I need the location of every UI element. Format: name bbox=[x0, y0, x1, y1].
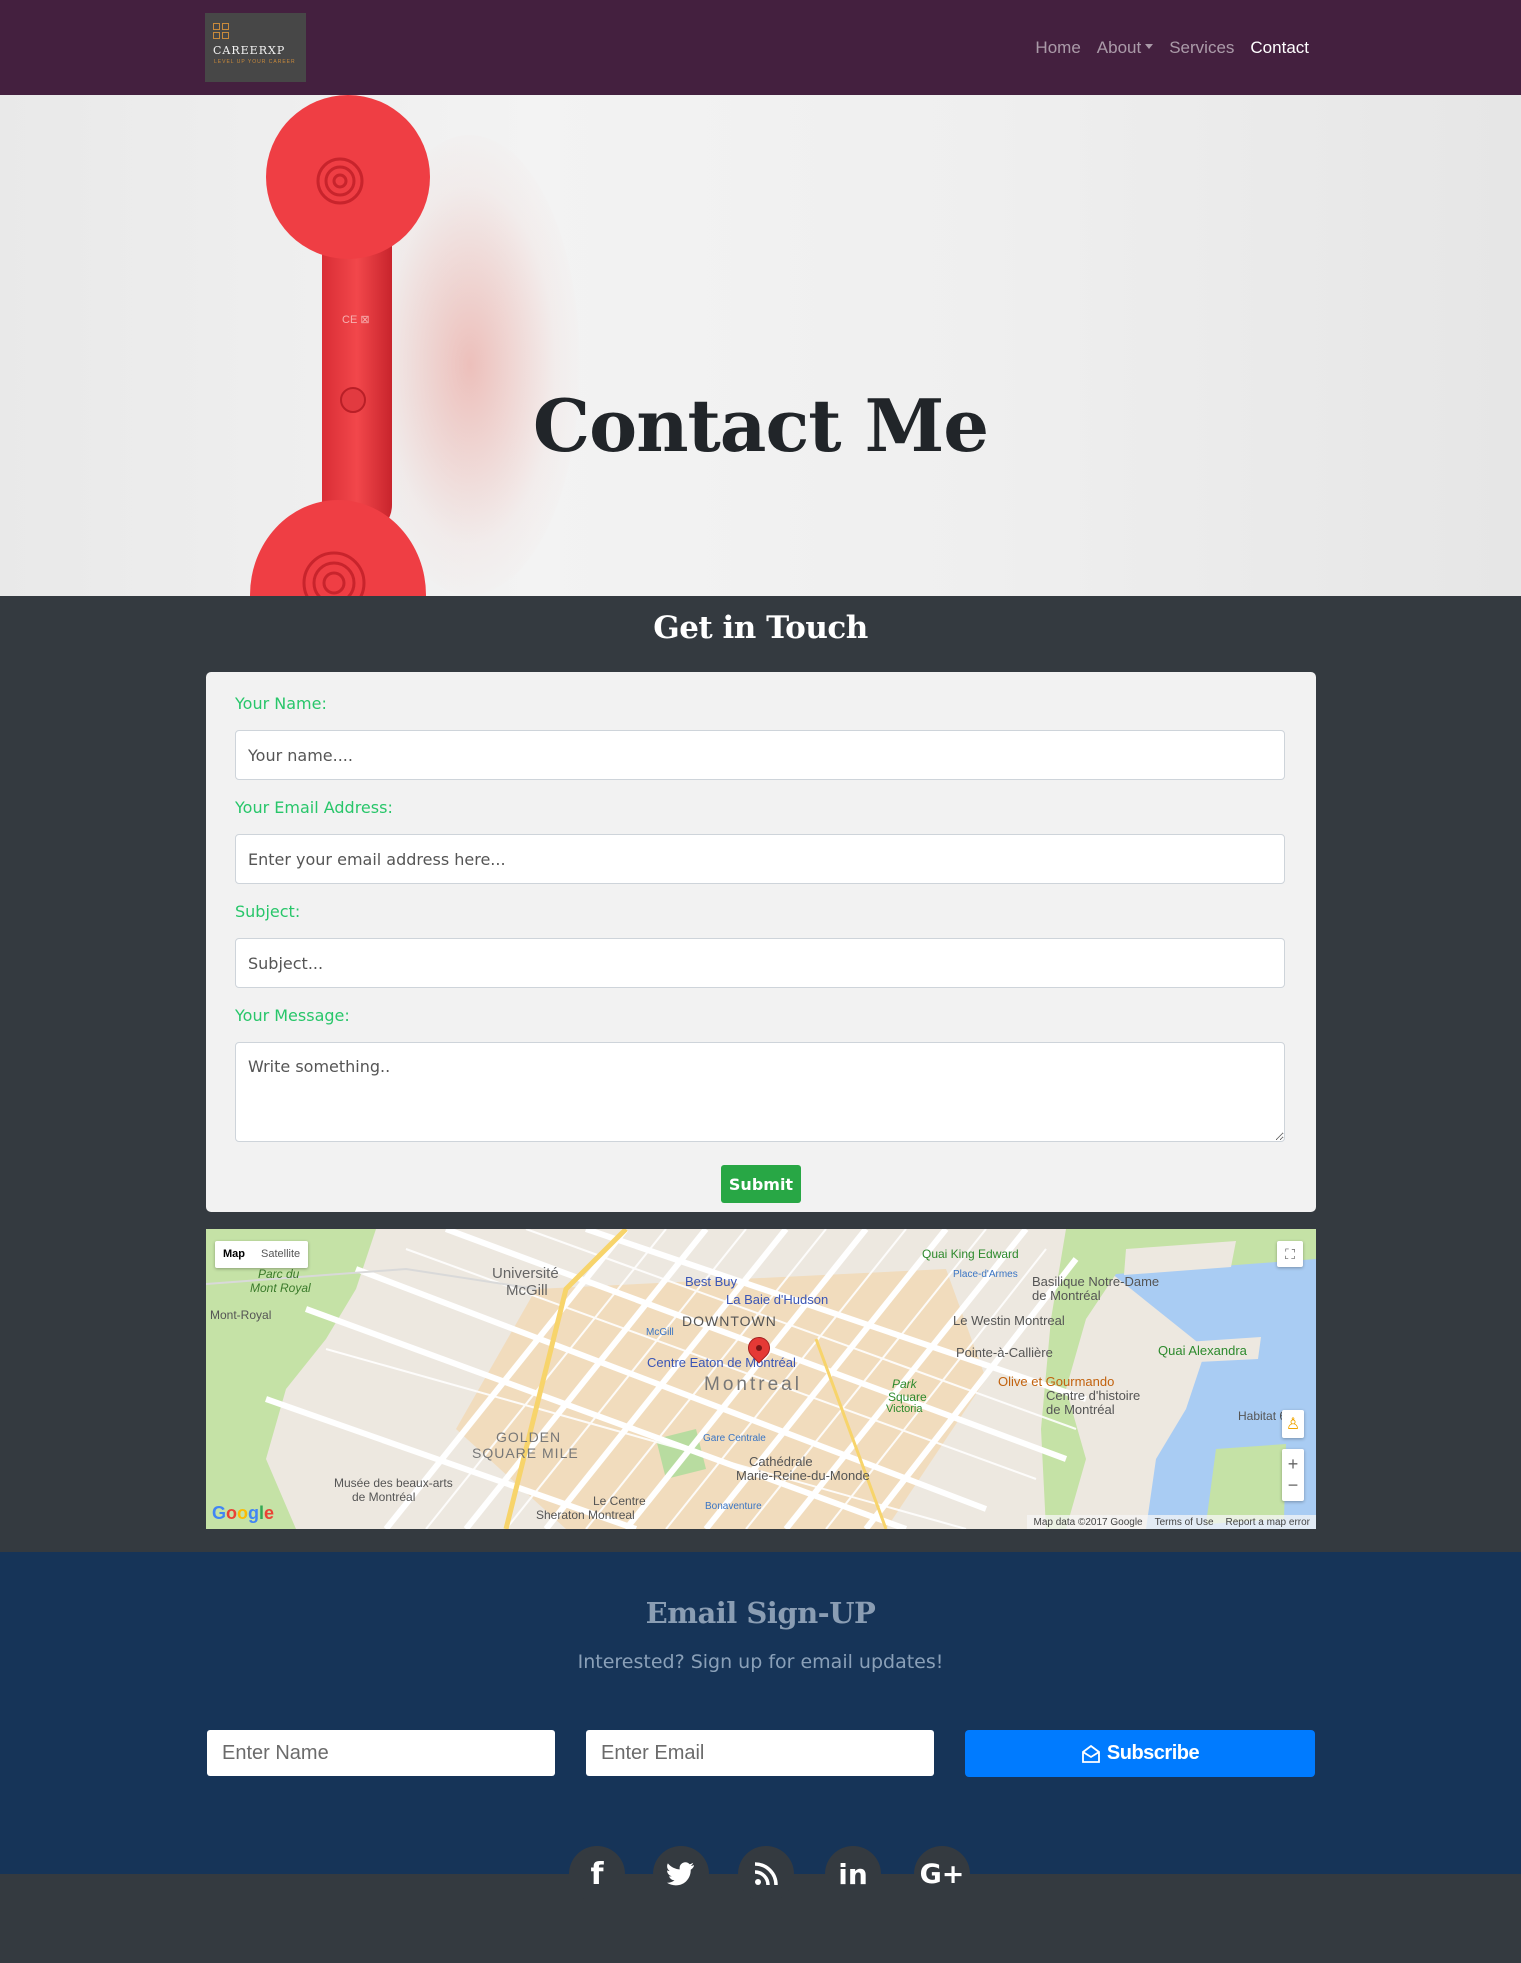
navbar: CAREERXP LEVEL UP YOUR CAREER Home About… bbox=[0, 0, 1521, 95]
map-label-parc: Parc du bbox=[258, 1267, 300, 1281]
map-label-olive: Olive et Gourmando bbox=[998, 1374, 1115, 1389]
brand-logo[interactable]: CAREERXP LEVEL UP YOUR CAREER bbox=[205, 13, 306, 82]
signup-name-input[interactable] bbox=[207, 1730, 555, 1776]
map-label-quai-king: Quai King Edward bbox=[922, 1247, 1019, 1261]
map-label-victoria: Victoria bbox=[886, 1403, 923, 1415]
terms-of-use-link[interactable]: Terms of Use bbox=[1155, 1517, 1214, 1528]
map-label-basilique: Basilique Notre-Dame bbox=[1032, 1274, 1160, 1289]
zoom-out-button[interactable]: − bbox=[1288, 1475, 1299, 1496]
name-input[interactable] bbox=[235, 730, 1285, 780]
map-label-place-armes: Place-d'Armes bbox=[953, 1269, 1018, 1280]
twitter-icon[interactable] bbox=[653, 1846, 709, 1902]
red-telephone-image: CE ⊠ bbox=[250, 95, 430, 596]
signup-email-input[interactable] bbox=[586, 1730, 934, 1776]
email-input[interactable] bbox=[235, 834, 1285, 884]
report-map-error-link[interactable]: Report a map error bbox=[1226, 1517, 1310, 1528]
embedded-map[interactable]: Quai King Edward Université McGill Parc … bbox=[206, 1229, 1316, 1529]
hero-banner: CE ⊠ Contact Me bbox=[0, 95, 1521, 596]
contact-form: Your Name: Your Email Address: Subject: … bbox=[206, 672, 1316, 1212]
name-label: Your Name: bbox=[235, 694, 327, 713]
nav-services-label: Services bbox=[1169, 38, 1235, 57]
map-label-de-montreal-2: de Montréal bbox=[1046, 1402, 1115, 1417]
nav-contact-label: Contact bbox=[1250, 38, 1309, 57]
map-label-montreal: Montreal bbox=[704, 1374, 802, 1395]
map-label-sheraton: Sheraton Montreal bbox=[536, 1508, 635, 1522]
zoom-control: + − bbox=[1282, 1449, 1304, 1501]
map-label-best-buy: Best Buy bbox=[685, 1274, 738, 1289]
facebook-icon[interactable]: f bbox=[569, 1846, 625, 1902]
map-label-eaton: Centre Eaton de Montréal bbox=[647, 1355, 796, 1370]
submit-button[interactable]: Submit bbox=[721, 1165, 801, 1203]
twitter-bird-icon bbox=[667, 1862, 694, 1886]
map-type-control: Map Satellite bbox=[215, 1241, 309, 1268]
map-label-musee: Musée des beaux-arts bbox=[334, 1476, 453, 1490]
email-signup-section: Email Sign-UP Interested? Sign up for em… bbox=[0, 1552, 1521, 1874]
zoom-in-button[interactable]: + bbox=[1288, 1454, 1299, 1475]
map-type-map[interactable]: Map bbox=[215, 1241, 253, 1268]
map-label-park: Park bbox=[892, 1377, 917, 1391]
dropdown-caret-icon bbox=[1145, 43, 1154, 49]
fullscreen-icon[interactable]: ⛶ bbox=[1277, 1241, 1303, 1267]
main-nav: Home About Services Contact bbox=[1035, 38, 1309, 58]
map-label-de-montreal-3: de Montréal bbox=[352, 1490, 416, 1504]
message-label: Your Message: bbox=[235, 1006, 350, 1025]
subscribe-label: Subscribe bbox=[1106, 1742, 1200, 1764]
linkedin-icon[interactable]: in bbox=[825, 1846, 881, 1902]
map-label-centre-histoire: Centre d'histoire bbox=[1046, 1388, 1141, 1403]
google-plus-icon[interactable]: G+ bbox=[914, 1846, 970, 1902]
envelope-open-icon bbox=[1081, 1744, 1100, 1763]
page-title: Contact Me bbox=[532, 383, 989, 468]
map-label-mcgill: McGill bbox=[506, 1282, 548, 1299]
map-label-cathedrale: Cathédrale bbox=[749, 1454, 813, 1469]
brand-name: CAREERXP bbox=[213, 44, 286, 57]
map-attribution: Map data ©2017 Google Terms of Use Repor… bbox=[1027, 1515, 1316, 1529]
map-label-la-baie: La Baie d'Hudson bbox=[726, 1292, 829, 1307]
map-label-mcgill-metro: McGill bbox=[646, 1327, 674, 1338]
nav-services[interactable]: Services bbox=[1169, 38, 1234, 58]
map-label-westin: Le Westin Montreal bbox=[953, 1313, 1065, 1328]
message-textarea[interactable] bbox=[235, 1042, 1285, 1142]
nav-about[interactable]: About bbox=[1096, 38, 1154, 58]
signup-subtitle: Interested? Sign up for email updates! bbox=[577, 1651, 944, 1673]
svg-text:CE ⊠: CE ⊠ bbox=[342, 314, 370, 326]
signup-title: Email Sign-UP bbox=[645, 1596, 876, 1630]
nav-contact[interactable]: Contact bbox=[1250, 38, 1309, 58]
map-label-downtown: DOWNTOWN bbox=[682, 1313, 777, 1329]
map-label-universite: Université bbox=[492, 1265, 559, 1282]
map-label-de-montreal-1: de Montréal bbox=[1032, 1288, 1101, 1303]
rss-feed-icon bbox=[754, 1862, 778, 1886]
map-label-marie: Marie-Reine-du-Monde bbox=[736, 1468, 870, 1483]
map-label-pointe: Pointe-à-Callière bbox=[956, 1345, 1053, 1360]
google-logo: Google bbox=[212, 1503, 275, 1523]
map-label-le-centre: Le Centre bbox=[593, 1494, 646, 1508]
subscribe-button[interactable]: Subscribe bbox=[965, 1730, 1315, 1777]
map-label-mont-royal: Mont-Royal bbox=[210, 1308, 272, 1322]
logo-grid-icon bbox=[213, 23, 229, 39]
map-label-square-mile: SQUARE MILE bbox=[472, 1445, 579, 1461]
map-type-satellite[interactable]: Satellite bbox=[253, 1241, 308, 1268]
subject-label: Subject: bbox=[235, 902, 301, 921]
map-label-square: Square bbox=[888, 1390, 927, 1404]
map-label-gare: Gare Centrale bbox=[703, 1433, 766, 1444]
nav-about-label: About bbox=[1096, 38, 1142, 57]
nav-home[interactable]: Home bbox=[1035, 38, 1080, 58]
map-label-mont-royal-park: Mont Royal bbox=[250, 1281, 311, 1295]
rss-icon[interactable] bbox=[738, 1846, 794, 1902]
map-label-bonaventure: Bonaventure bbox=[705, 1501, 762, 1512]
email-label: Your Email Address: bbox=[235, 798, 393, 817]
street-view-pegman-icon[interactable]: ♙ bbox=[1282, 1410, 1304, 1438]
nav-home-label: Home bbox=[1035, 38, 1081, 57]
subject-input[interactable] bbox=[235, 938, 1285, 988]
contact-section-title: Get in Touch bbox=[653, 610, 868, 646]
map-label-golden: GOLDEN bbox=[496, 1429, 562, 1445]
map-data-text: Map data ©2017 Google bbox=[1033, 1516, 1143, 1528]
map-label-quai-alexandra: Quai Alexandra bbox=[1158, 1343, 1247, 1358]
brand-tagline: LEVEL UP YOUR CAREER bbox=[214, 59, 296, 65]
